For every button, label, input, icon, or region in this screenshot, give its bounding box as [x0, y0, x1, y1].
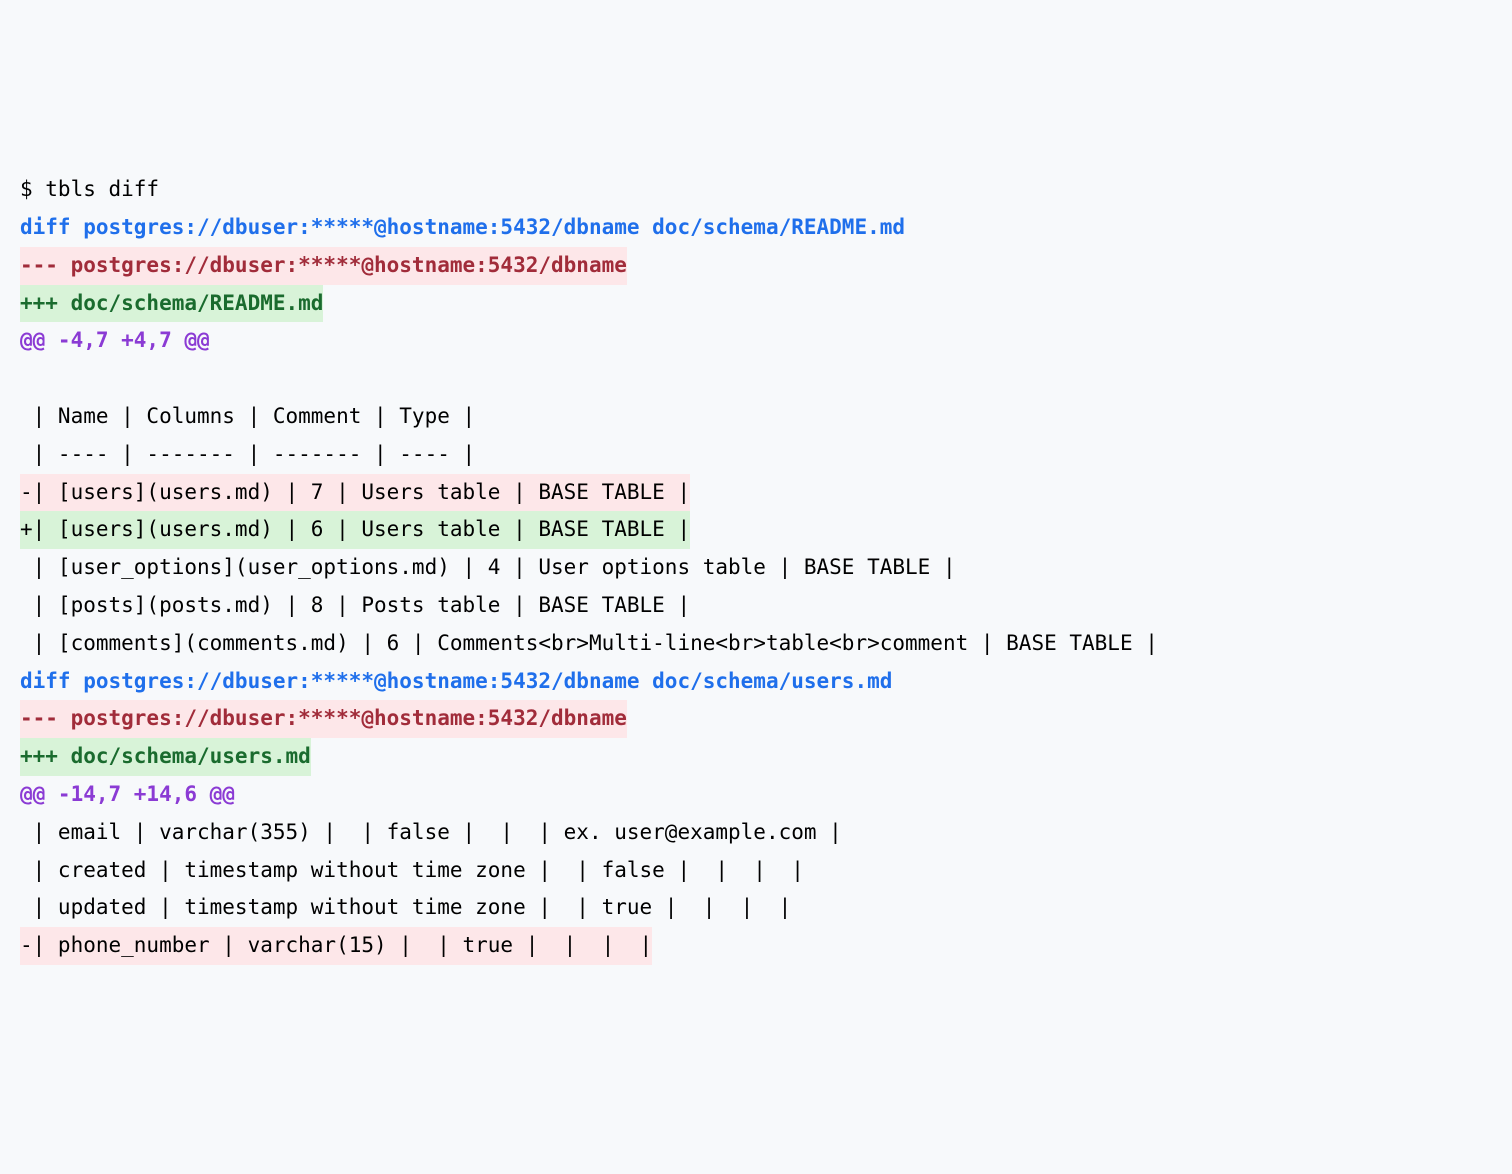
diff-line-content: | [comments](comments.md) | 6 | Comments… [20, 631, 1158, 655]
diff-line-content: +| [users](users.md) | 6 | Users table |… [20, 511, 690, 549]
diff-line-content: -| [users](users.md) | 7 | Users table |… [20, 474, 690, 512]
diff-line: | Name | Columns | Comment | Type | [20, 398, 1492, 436]
diff-line-content: --- postgres://dbuser:*****@hostname:543… [20, 247, 627, 285]
diff-line: +| [users](users.md) | 6 | Users table |… [20, 511, 1492, 549]
diff-line-content [20, 366, 33, 390]
diff-line-content: --- postgres://dbuser:*****@hostname:543… [20, 700, 627, 738]
diff-line: $ tbls diff [20, 171, 1492, 209]
diff-line-content: | Name | Columns | Comment | Type | [20, 404, 475, 428]
diff-line: | created | timestamp without time zone … [20, 852, 1492, 890]
diff-line: -| phone_number | varchar(15) | | true |… [20, 927, 1492, 965]
diff-line-content: diff postgres://dbuser:*****@hostname:54… [20, 669, 892, 693]
diff-line-content: | email | varchar(355) | | false | | | e… [20, 820, 842, 844]
diff-line [20, 360, 1492, 398]
diff-line: | [comments](comments.md) | 6 | Comments… [20, 625, 1492, 663]
diff-line-content: $ tbls diff [20, 177, 159, 201]
diff-output: $ tbls diff diff postgres://dbuser:*****@… [20, 171, 1492, 965]
diff-line-content: | [user_options](user_options.md) | 4 | … [20, 555, 956, 579]
diff-line: --- postgres://dbuser:*****@hostname:543… [20, 247, 1492, 285]
diff-line: --- postgres://dbuser:*****@hostname:543… [20, 700, 1492, 738]
diff-line: @@ -4,7 +4,7 @@ [20, 322, 1492, 360]
diff-line-content: | updated | timestamp without time zone … [20, 895, 791, 919]
diff-line-content: @@ -14,7 +14,6 @@ [20, 782, 235, 806]
diff-line-content: +++ doc/schema/README.md [20, 285, 323, 323]
diff-line-content: -| phone_number | varchar(15) | | true |… [20, 927, 652, 965]
diff-line: +++ doc/schema/README.md [20, 285, 1492, 323]
diff-line: -| [users](users.md) | 7 | Users table |… [20, 474, 1492, 512]
diff-line-content: @@ -4,7 +4,7 @@ [20, 328, 210, 352]
diff-line: | [user_options](user_options.md) | 4 | … [20, 549, 1492, 587]
diff-line-content: | [posts](posts.md) | 8 | Posts table | … [20, 593, 690, 617]
diff-line: +++ doc/schema/users.md [20, 738, 1492, 776]
diff-line: @@ -14,7 +14,6 @@ [20, 776, 1492, 814]
diff-line: | email | varchar(355) | | false | | | e… [20, 814, 1492, 852]
diff-line: | ---- | ------- | ------- | ---- | [20, 436, 1492, 474]
diff-line: | updated | timestamp without time zone … [20, 889, 1492, 927]
diff-line: diff postgres://dbuser:*****@hostname:54… [20, 209, 1492, 247]
diff-line-content: +++ doc/schema/users.md [20, 738, 311, 776]
diff-line-content: | ---- | ------- | ------- | ---- | [20, 442, 475, 466]
diff-line: diff postgres://dbuser:*****@hostname:54… [20, 663, 1492, 701]
diff-line: | [posts](posts.md) | 8 | Posts table | … [20, 587, 1492, 625]
diff-line-content: diff postgres://dbuser:*****@hostname:54… [20, 215, 905, 239]
